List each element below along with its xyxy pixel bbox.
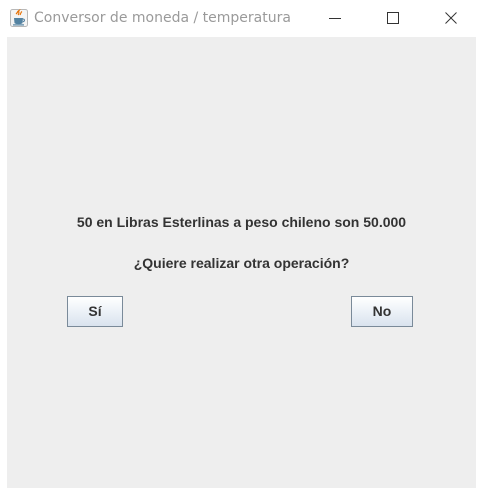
- maximize-icon: [387, 12, 399, 24]
- conversion-result-text: 50 en Libras Esterlinas a peso chileno s…: [76, 214, 407, 230]
- maximize-button[interactable]: [370, 0, 416, 37]
- close-button[interactable]: [428, 0, 474, 37]
- minimize-icon: [329, 18, 341, 19]
- java-icon: [10, 8, 28, 27]
- continue-question-text: ¿Quiere realizar otra operación?: [133, 255, 350, 271]
- no-button[interactable]: No: [351, 296, 413, 327]
- title-bar[interactable]: Conversor de moneda / temperatura: [0, 0, 484, 37]
- window-title: Conversor de moneda / temperatura: [34, 10, 291, 26]
- yes-button[interactable]: Sí: [67, 296, 123, 327]
- app-window: Conversor de moneda / temperatura 50 en …: [0, 0, 484, 488]
- minimize-button[interactable]: [312, 0, 358, 37]
- close-icon: [445, 12, 457, 24]
- dialog-content: 50 en Libras Esterlinas a peso chileno s…: [7, 37, 476, 488]
